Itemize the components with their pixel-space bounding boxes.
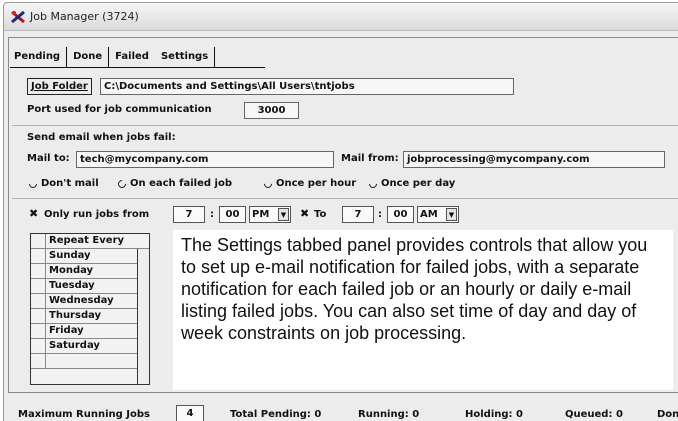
max-running-label: Maximum Running Jobs <box>18 409 150 420</box>
port-field[interactable]: 3000 <box>244 102 299 119</box>
queued-status: Queued: 0 <box>565 409 623 420</box>
tab-failed[interactable]: Failed <box>109 47 155 67</box>
dropdown-arrow-icon: ▼ <box>278 208 289 221</box>
app-logo-icon <box>11 10 25 24</box>
radio-dont-mail-label: Don't mail <box>41 178 99 189</box>
window-title: Job Manager (3724) <box>30 10 139 23</box>
holding-status: Holding: 0 <box>465 409 523 420</box>
day-label: Sunday <box>49 250 91 261</box>
day-label <box>46 354 49 368</box>
mail-to-label: Mail to: <box>27 153 70 164</box>
checkbox-checked-icon[interactable]: ✖ <box>29 207 38 220</box>
radio-circle-icon <box>27 177 39 190</box>
list-item[interactable]: Sunday <box>31 249 149 264</box>
radio-each-failed-job-label: On each failed job <box>130 178 232 189</box>
separator-2 <box>12 198 678 199</box>
dropdown-arrow-icon: ▼ <box>446 208 457 221</box>
radio-dont-mail[interactable]: Don't mail <box>27 177 99 190</box>
from-ampm-select[interactable]: PM ▼ <box>249 206 291 223</box>
radio-circle-icon <box>367 177 379 190</box>
radio-selected-icon <box>116 177 128 190</box>
repeat-every-header: Repeat Every <box>49 235 125 246</box>
email-section-label: Send email when jobs fail: <box>27 132 176 143</box>
day-checkbox[interactable] <box>31 249 46 263</box>
list-item[interactable]: Thursday <box>31 309 149 324</box>
day-label: Friday <box>49 325 84 336</box>
list-item[interactable]: Saturday <box>31 339 149 354</box>
to-hour-field[interactable]: 7 <box>342 206 374 223</box>
job-folder-field[interactable]: C:\Documents and Settings\All Users\tntj… <box>100 78 514 95</box>
from-colon: : <box>210 209 214 220</box>
day-label: Wednesday <box>49 295 114 306</box>
tab-underline <box>10 67 265 68</box>
day-checkbox[interactable] <box>31 339 46 353</box>
list-header-spacer <box>31 234 46 248</box>
from-ampm-value: PM <box>252 209 270 220</box>
mail-from-label: Mail from: <box>341 153 399 164</box>
list-item[interactable]: Wednesday <box>31 294 149 309</box>
day-checkbox[interactable] <box>31 324 46 338</box>
radio-once-per-day-label: Once per day <box>381 178 456 189</box>
from-minute-field[interactable]: 00 <box>219 206 246 223</box>
tab-done[interactable]: Done <box>67 47 110 67</box>
list-item[interactable] <box>31 354 149 369</box>
job-folder-button[interactable]: Job Folder <box>27 78 92 95</box>
from-hour-field[interactable]: 7 <box>173 206 205 223</box>
max-running-field[interactable]: 4 <box>176 405 204 421</box>
day-label: Saturday <box>49 340 100 351</box>
mail-from-field[interactable]: jobprocessing@mycompany.com <box>403 151 665 168</box>
radio-once-per-hour-label: Once per hour <box>276 178 357 189</box>
day-label: Thursday <box>49 310 102 321</box>
to-colon: : <box>378 209 382 220</box>
list-header: Repeat Every <box>31 234 149 249</box>
day-checkbox[interactable] <box>31 354 46 368</box>
list-item[interactable]: Friday <box>31 324 149 339</box>
day-label: Monday <box>49 265 94 276</box>
day-checkbox[interactable] <box>31 309 46 323</box>
radio-once-per-day[interactable]: Once per day <box>367 177 456 190</box>
port-label: Port used for job communication <box>27 104 212 115</box>
mail-to-field[interactable]: tech@mycompany.com <box>76 151 334 168</box>
total-pending-status: Total Pending: 0 <box>230 409 322 420</box>
separator-1 <box>12 125 678 126</box>
title-bar: Job Manager (3724) <box>4 3 678 31</box>
tab-pending[interactable]: Pending <box>10 47 68 67</box>
to-minute-field[interactable]: 00 <box>387 206 414 223</box>
description-callout: The Settings tabbed panel provides contr… <box>173 230 673 390</box>
radio-each-failed-job[interactable]: On each failed job <box>116 177 232 190</box>
done-status: Done <box>657 409 678 420</box>
tab-settings[interactable]: Settings <box>154 47 216 67</box>
to-ampm-value: AM <box>420 209 438 220</box>
days-scrollbar[interactable] <box>137 249 149 384</box>
day-checkbox[interactable] <box>31 264 46 278</box>
to-label: To <box>314 209 327 220</box>
to-ampm-select[interactable]: AM ▼ <box>417 206 459 223</box>
radio-once-per-hour[interactable]: Once per hour <box>262 177 357 190</box>
day-checkbox[interactable] <box>31 279 46 293</box>
list-item[interactable]: Tuesday <box>31 279 149 294</box>
tab-strip: Pending Done Failed Settings <box>10 47 216 67</box>
day-checkbox[interactable] <box>31 294 46 308</box>
checkbox-checked-icon[interactable]: ✖ <box>300 207 309 220</box>
list-item[interactable]: Monday <box>31 264 149 279</box>
radio-circle-icon <box>262 177 274 190</box>
only-run-label: Only run jobs from <box>44 209 150 220</box>
day-label: Tuesday <box>49 280 95 291</box>
repeat-days-list: Repeat Every Sunday Monday Tuesday Wedne… <box>30 233 150 385</box>
running-status: Running: 0 <box>358 409 420 420</box>
